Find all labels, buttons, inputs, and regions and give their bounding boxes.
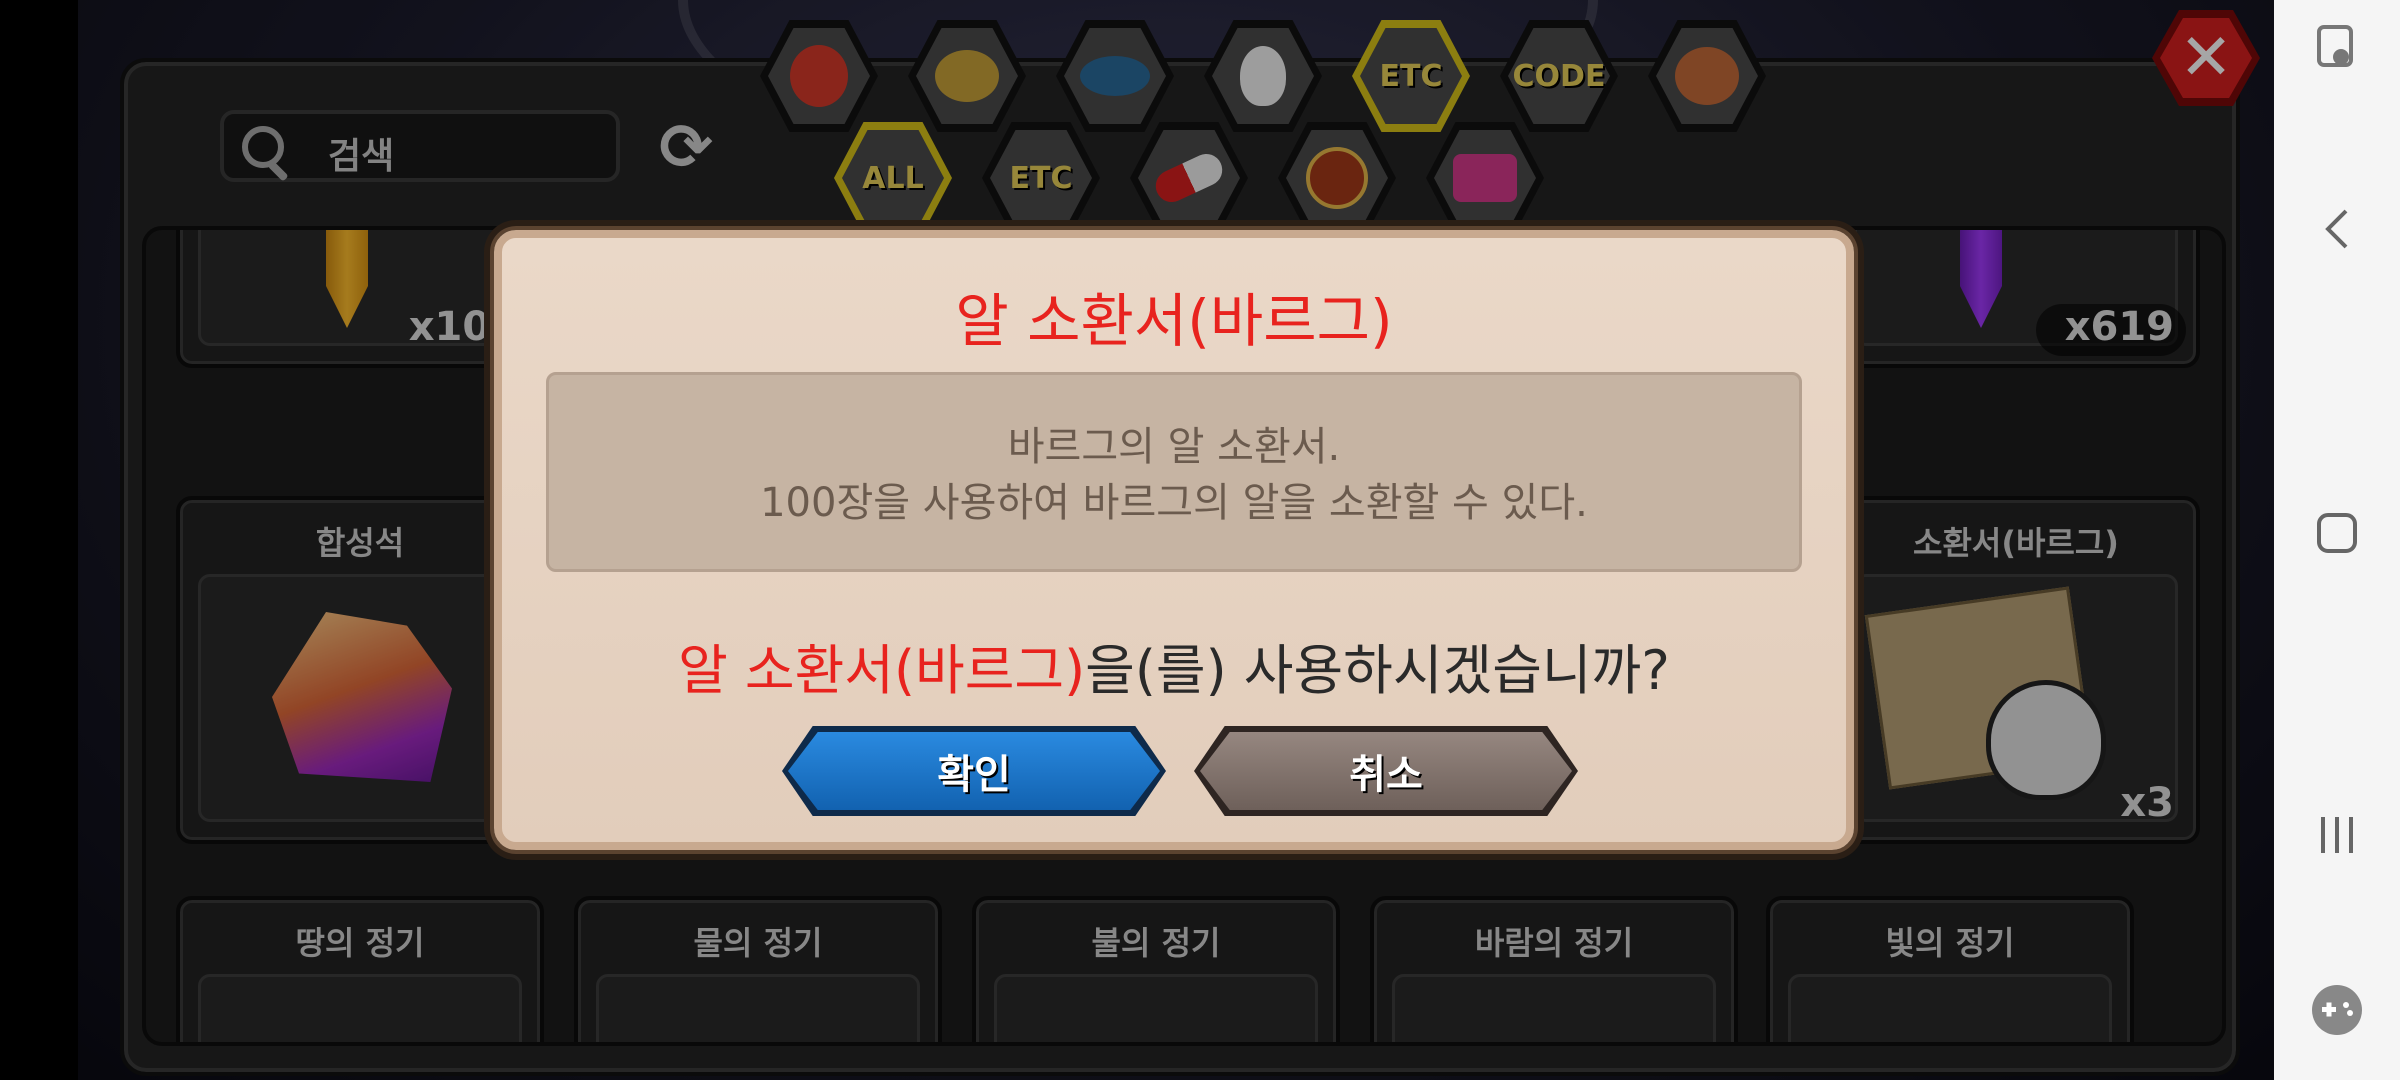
description-line-1: 바르그의 알 소환서.: [1007, 424, 1341, 470]
home-icon[interactable]: [2274, 498, 2400, 578]
game-screen: 검색 ⟳ x105 x619 합성석 x: [78, 0, 2274, 1080]
cancel-button[interactable]: 취소: [1194, 726, 1578, 816]
recents-icon[interactable]: [2274, 800, 2400, 880]
confirm-dialog: 알 소환서(바르그) 바르그의 알 소환서. 100장을 사용하여 바르그의 알…: [494, 230, 1854, 850]
dialog-title: 알 소환서(바르그): [955, 287, 1393, 355]
question-item-name: 알 소환서(바르그): [678, 639, 1086, 702]
confirm-label: 확인: [788, 732, 1160, 810]
description-line-2: 100장을 사용하여 바르그의 알을 소환할 수 있다.: [760, 480, 1588, 526]
confirm-question: 알 소환서(바르그)을(를) 사용하시겠습니까?: [502, 626, 1846, 705]
dialog-description: 바르그의 알 소환서. 100장을 사용하여 바르그의 알을 소환할 수 있다.: [546, 372, 1802, 572]
gamepad-icon[interactable]: [2274, 980, 2400, 1060]
back-icon[interactable]: [2274, 194, 2400, 274]
confirm-button[interactable]: 확인: [782, 726, 1166, 816]
question-text: 을(를) 사용하시겠습니까?: [1085, 639, 1670, 702]
accessibility-icon[interactable]: [2274, 16, 2400, 96]
system-nav-bar: [2274, 0, 2400, 1080]
cancel-label: 취소: [1200, 732, 1572, 810]
